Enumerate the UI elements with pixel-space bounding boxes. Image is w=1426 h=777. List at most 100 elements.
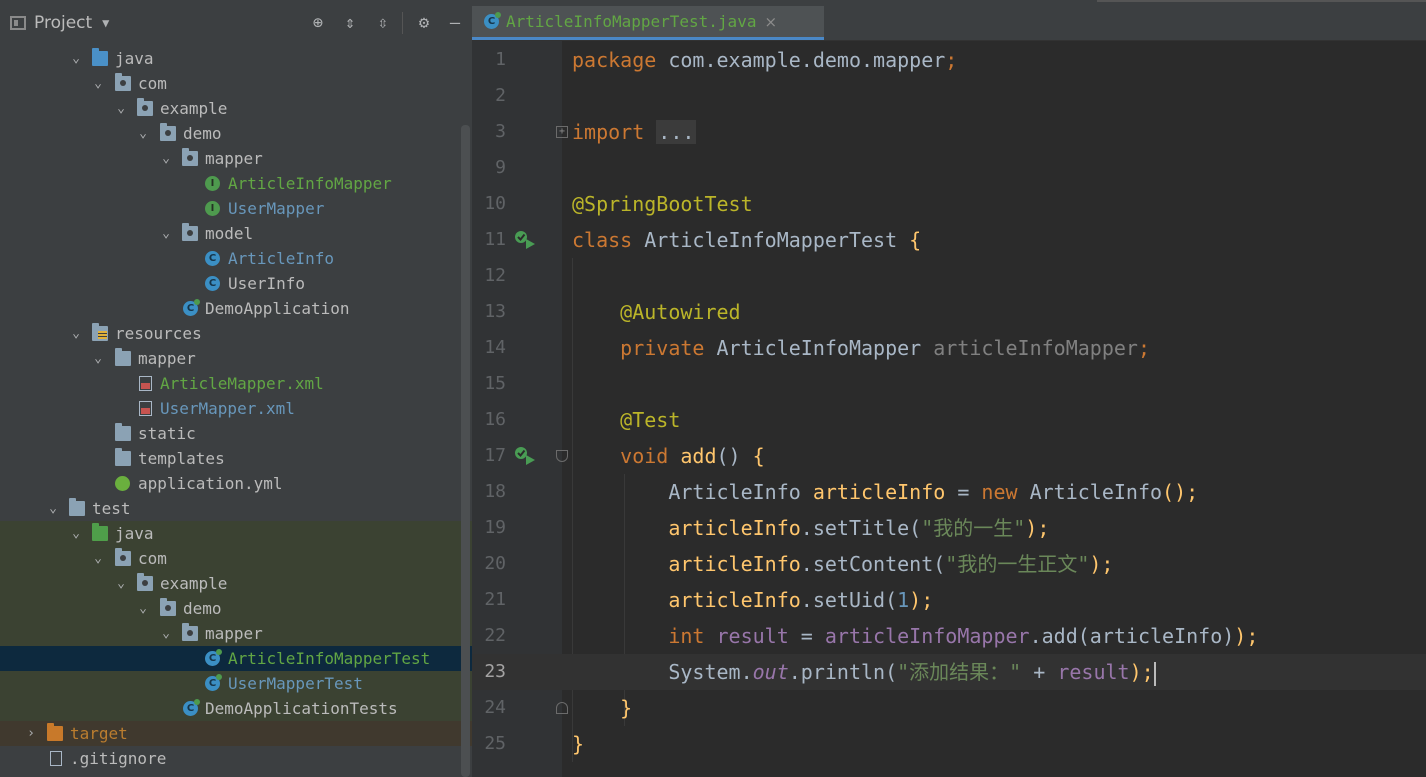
tree-item-userinfo[interactable]: C UserInfo	[0, 271, 472, 296]
chevron-down-icon[interactable]: ⌄	[91, 546, 105, 571]
chevron-down-icon[interactable]: ⌄	[91, 71, 105, 96]
tree-item-demoapplication[interactable]: C DemoApplication	[0, 296, 472, 321]
tree-item-test-mapper[interactable]: ⌄ mapper	[0, 621, 472, 646]
collapse-all-icon[interactable]: ⇳	[372, 12, 394, 34]
tree-item-java[interactable]: ⌄ java	[0, 46, 472, 71]
tree-item-articleinfo[interactable]: C ArticleInfo	[0, 246, 472, 271]
package-icon	[137, 573, 153, 591]
tree-item-label: test	[92, 499, 131, 518]
tree-item-label: example	[160, 574, 228, 593]
locate-icon[interactable]: ⊕	[307, 12, 329, 34]
chevron-down-icon[interactable]: ⌄	[114, 96, 128, 121]
tree-item-application-yml[interactable]: application.yml	[0, 471, 472, 496]
tree-item-label: ArticleMapper.xml	[160, 374, 324, 393]
tree-item-test-demo[interactable]: ⌄ demo	[0, 596, 472, 621]
tree-item-gitignore[interactable]: .gitignore	[0, 746, 472, 771]
code-line: 20 articleInfo.setContent("我的一生正文");	[472, 546, 1426, 582]
resources-folder-icon	[92, 323, 108, 341]
project-view-selector[interactable]: Project ▼	[10, 10, 109, 36]
fold-collapse-icon[interactable]	[556, 450, 568, 462]
tree-item-resources[interactable]: ⌄ resources	[0, 321, 472, 346]
tree-item-label: DemoApplication	[205, 299, 350, 318]
fold-expand-icon[interactable]: +	[556, 126, 568, 138]
code-area[interactable]: 1 package com.example.demo.mapper; 2 3 +…	[472, 42, 1426, 777]
tree-item-label: model	[205, 224, 254, 243]
tree-item-articleinfomapper[interactable]: I ArticleInfoMapper	[0, 171, 472, 196]
chevron-down-icon[interactable]: ⌄	[136, 596, 150, 621]
line-number: 18	[484, 481, 506, 502]
test-class-icon: C	[484, 12, 501, 29]
tree-item-label: java	[115, 49, 154, 68]
tree-item-label: resources	[115, 324, 202, 343]
text-caret	[1153, 661, 1156, 686]
tree-item-com[interactable]: ⌄ com	[0, 71, 472, 96]
tree-item-demoapplicationtests[interactable]: C DemoApplicationTests	[0, 696, 472, 721]
line-number: 17	[484, 445, 506, 466]
tree-item-test[interactable]: ⌄ test	[0, 496, 472, 521]
tree-item-templates[interactable]: templates	[0, 446, 472, 471]
tree-item-example[interactable]: ⌄ example	[0, 96, 472, 121]
package-icon	[160, 123, 176, 141]
chevron-right-icon[interactable]: ›	[24, 721, 38, 746]
chevron-down-icon[interactable]: ⌄	[69, 521, 83, 546]
chevron-down-icon[interactable]: ⌄	[91, 346, 105, 371]
tree-item-test-com[interactable]: ⌄ com	[0, 546, 472, 571]
line-number: 22	[484, 625, 506, 646]
tree-item-label: templates	[138, 449, 225, 468]
close-icon[interactable]: ×	[764, 13, 777, 31]
run-test-icon[interactable]	[514, 230, 536, 250]
tree-item-label: mapper	[205, 149, 263, 168]
chevron-down-icon[interactable]: ⌄	[69, 46, 83, 71]
tree-item-static[interactable]: static	[0, 421, 472, 446]
tree-item-articleinfomappertest[interactable]: C ArticleInfoMapperTest	[0, 646, 472, 671]
xml-file-icon	[139, 401, 152, 416]
folded-imports[interactable]: ...	[656, 120, 697, 144]
expand-all-icon[interactable]: ⇕	[339, 12, 361, 34]
tree-item-label: java	[115, 524, 154, 543]
run-test-icon[interactable]	[514, 446, 536, 466]
project-panel: Project ▼ ⊕ ⇕ ⇳ ⚙ — ⌄ java ⌄ com ⌄ examp…	[0, 0, 472, 777]
tree-item-usermappertest[interactable]: C UserMapperTest	[0, 671, 472, 696]
tree-item-label: target	[70, 724, 128, 743]
code-line: 14 private ArticleInfoMapper articleInfo…	[472, 330, 1426, 366]
gear-icon[interactable]: ⚙	[413, 12, 435, 34]
code-line: 1 package com.example.demo.mapper;	[472, 42, 1426, 78]
tree-item-test-example[interactable]: ⌄ example	[0, 571, 472, 596]
minimize-icon[interactable]: —	[444, 12, 466, 34]
tree-item-mapper[interactable]: ⌄ mapper	[0, 146, 472, 171]
tree-item-label: ArticleInfo	[228, 249, 334, 268]
tree-item-label: UserMapper.xml	[160, 399, 295, 418]
chevron-down-icon[interactable]: ⌄	[159, 621, 173, 646]
editor-panel: C ArticleInfoMapperTest.java × 1 package…	[472, 0, 1426, 777]
fold-end-icon[interactable]	[556, 702, 568, 714]
project-scrollbar[interactable]	[461, 125, 470, 777]
package-icon	[115, 548, 131, 566]
chevron-down-icon[interactable]: ⌄	[46, 496, 60, 521]
tree-item-model[interactable]: ⌄ model	[0, 221, 472, 246]
chevron-down-icon[interactable]: ⌄	[69, 321, 83, 346]
tab-articleinfomappertest[interactable]: C ArticleInfoMapperTest.java ×	[472, 6, 824, 40]
tree-item-target[interactable]: › target	[0, 721, 472, 746]
line-number: 23	[484, 661, 506, 682]
project-icon	[10, 16, 26, 30]
tree-item-mapper-folder[interactable]: ⌄ mapper	[0, 346, 472, 371]
tree-item-articlemapper-xml[interactable]: ArticleMapper.xml	[0, 371, 472, 396]
chevron-down-icon[interactable]: ⌄	[114, 571, 128, 596]
chevron-down-icon[interactable]: ⌄	[136, 121, 150, 146]
code-line: 19 articleInfo.setTitle("我的一生");	[472, 510, 1426, 546]
chevron-down-icon[interactable]: ⌄	[159, 146, 173, 171]
project-panel-header: Project ▼ ⊕ ⇕ ⇳ ⚙ —	[0, 0, 472, 46]
tree-item-label: com	[138, 74, 167, 93]
tree-item-label: demo	[183, 599, 222, 618]
chevron-down-icon[interactable]: ⌄	[159, 221, 173, 246]
line-number: 11	[484, 229, 506, 250]
code-line: 11 class ArticleInfoMapperTest {	[472, 222, 1426, 258]
source-folder-icon	[92, 48, 108, 66]
tree-item-test-java[interactable]: ⌄ java	[0, 521, 472, 546]
tree-item-label: demo	[183, 124, 222, 143]
tree-item-usermapper[interactable]: I UserMapper	[0, 196, 472, 221]
tree-item-label: mapper	[205, 624, 263, 643]
tree-item-demo[interactable]: ⌄ demo	[0, 121, 472, 146]
package-icon	[182, 148, 198, 166]
tree-item-usermapper-xml[interactable]: UserMapper.xml	[0, 396, 472, 421]
